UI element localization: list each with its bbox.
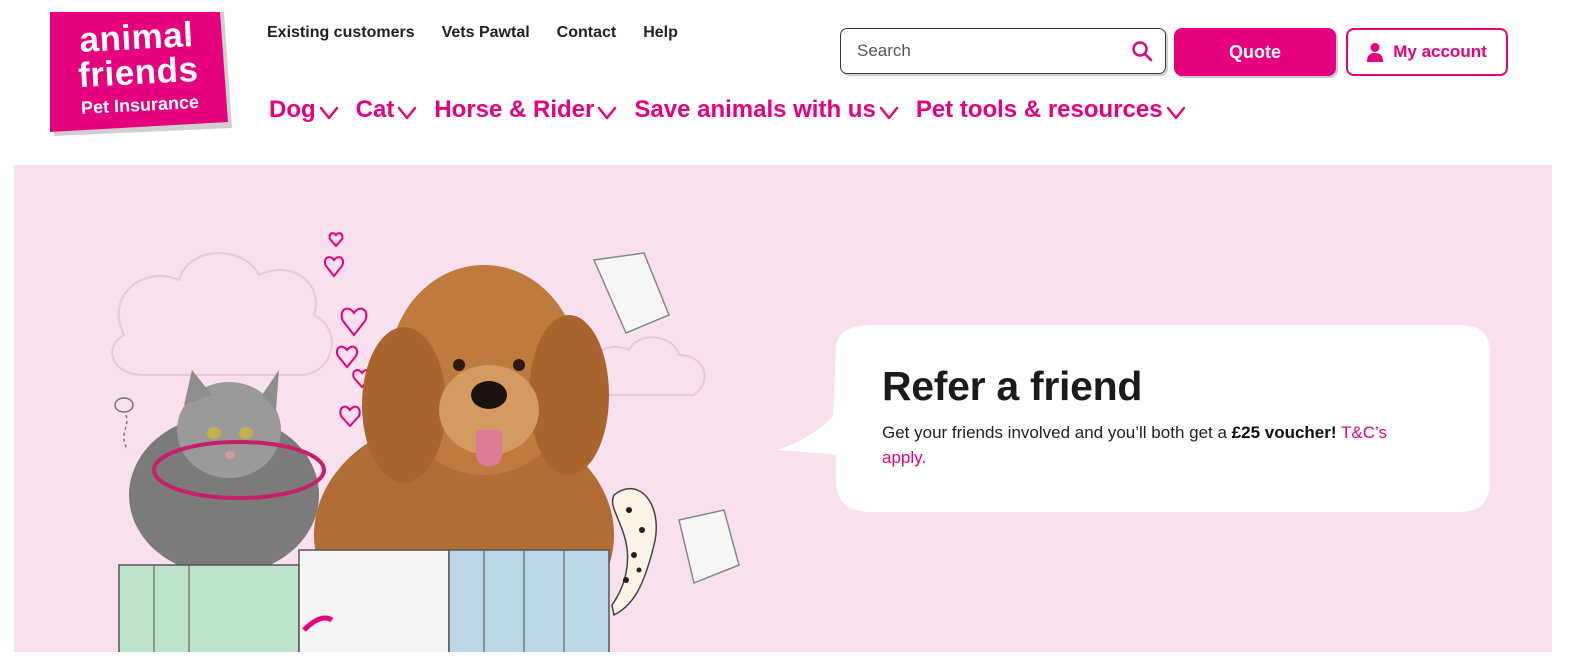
utility-nav: Existing customers Vets Pawtal Contact H… [267,24,678,42]
nav-dog-label: Dog [269,96,316,123]
pets-illustration [111,232,740,652]
link-help[interactable]: Help [643,24,678,42]
nav-save-animals-label: Save animals with us [634,96,876,123]
nav-cat-label: Cat [355,96,395,123]
chevron-down-icon [1166,106,1185,120]
nav-horse-rider[interactable]: Horse & Rider [434,96,617,124]
nav-cat[interactable]: Cat [356,96,418,124]
my-account-label: My account [1393,42,1487,61]
search-box [840,28,1166,74]
chevron-down-icon [598,106,617,120]
voucher-amount: £25 voucher! [1231,423,1337,442]
nav-save-animals[interactable]: Save animals with us [634,96,899,124]
chevron-down-icon [879,106,899,120]
quote-button[interactable]: Quote [1174,28,1336,76]
link-contact[interactable]: Contact [557,24,617,42]
refer-text: Get your friends involved and you’ll bot… [882,423,1232,442]
refer-description: Get your friends involved and you’ll bot… [882,420,1402,470]
nav-dog[interactable]: Dog [269,96,339,124]
refer-a-friend-banner: Refer a friend Get your friends involved… [14,165,1552,652]
chevron-down-icon [319,106,338,120]
search-input[interactable] [857,39,1127,63]
nav-pet-tools-label: Pet tools & resources [915,96,1163,123]
chevron-down-icon [398,106,417,120]
refer-title: Refer a friend [882,363,1143,409]
nav-pet-tools[interactable]: Pet tools & resources [916,96,1186,124]
search-icon[interactable] [1131,40,1153,62]
user-icon [1367,43,1384,62]
nav-horse-rider-label: Horse & Rider [434,96,595,123]
my-account-button[interactable]: My account [1346,28,1508,76]
link-vets-pawtal[interactable]: Vets Pawtal [442,24,530,42]
bubble-content: Refer a friend Get your friends involved… [882,363,1402,470]
main-nav: Dog Cat Horse & Rider Save animals with … [269,96,1186,124]
link-existing-customers[interactable]: Existing customers [267,24,415,42]
brand-logo[interactable]: animal friends Pet Insurance [50,12,232,140]
